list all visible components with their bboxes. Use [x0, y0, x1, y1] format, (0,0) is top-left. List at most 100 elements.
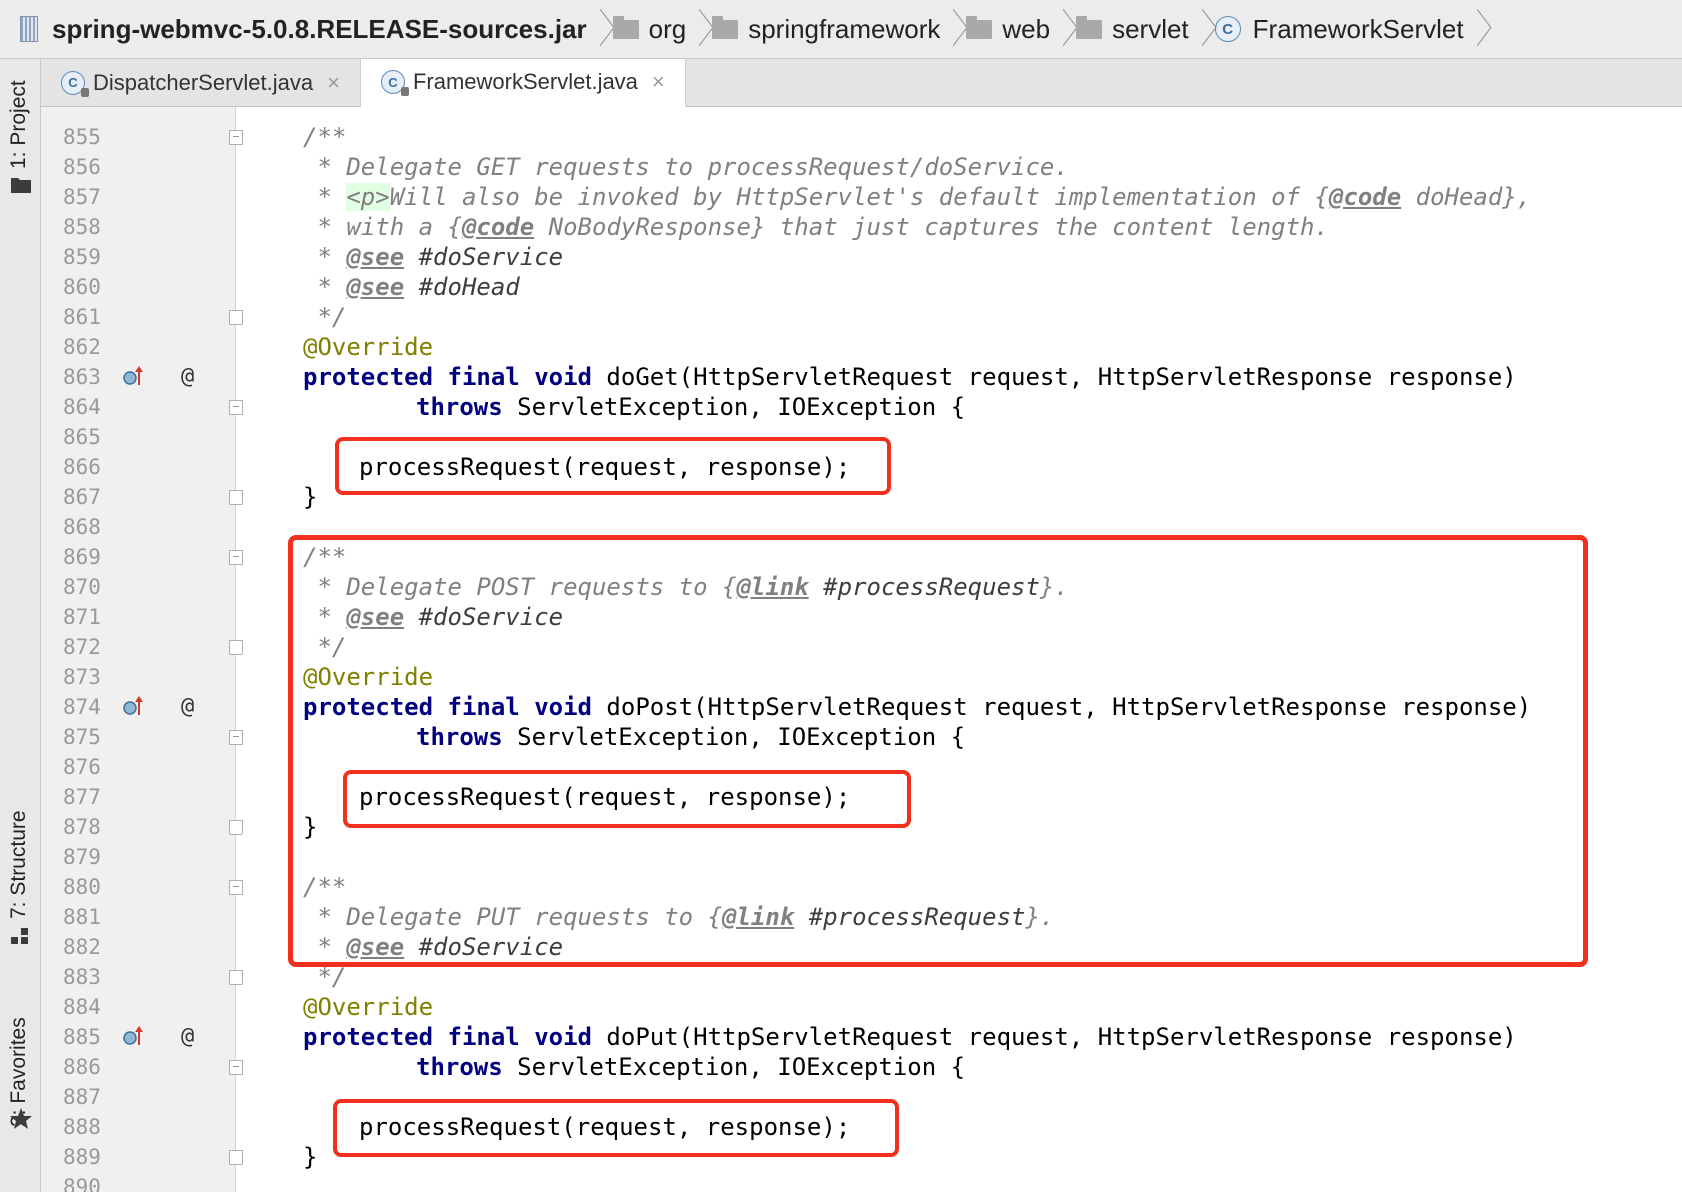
fold-icon[interactable] [229, 970, 243, 985]
fold-icon[interactable] [229, 1150, 243, 1165]
fold-icon[interactable] [229, 550, 243, 565]
line-number: 864 [63, 395, 101, 419]
fold-icon[interactable] [229, 490, 243, 505]
close-icon[interactable]: × [327, 70, 340, 96]
chevron-right-icon [1058, 9, 1068, 49]
code-line: 890 [41, 1172, 1682, 1192]
highlight-box-dopost-call [343, 770, 911, 828]
line-number: 887 [63, 1085, 101, 1109]
line-number: 870 [63, 575, 101, 599]
line-number: 885 [63, 1025, 101, 1049]
code-line: 857 * <p>Will also be invoked by HttpSer… [63, 183, 1532, 211]
line-number: 861 [63, 305, 101, 329]
highlight-box-doput-call [333, 1099, 899, 1157]
fold-icon[interactable] [229, 640, 243, 655]
line-number: 865 [63, 425, 101, 449]
line-number: 871 [63, 605, 101, 629]
breadcrumb-item-jar[interactable]: spring-webmvc-5.0.8.RELEASE-sources.jar [20, 0, 587, 58]
line-number: 879 [63, 845, 101, 869]
fold-icon[interactable] [229, 400, 243, 415]
editor-tab-bar: C DispatcherServlet.java × C FrameworkSe… [41, 59, 1682, 108]
line-number: 863 [63, 365, 101, 389]
fold-icon[interactable] [229, 310, 243, 325]
line-number: 881 [63, 905, 101, 929]
class-icon: C [61, 70, 89, 97]
highlight-box-dopost-method [288, 535, 1588, 967]
line-number: 867 [63, 485, 101, 509]
override-method-icon[interactable] [123, 1025, 145, 1047]
breadcrumb-item-servlet[interactable]: servlet [1076, 0, 1189, 58]
breadcrumb-item-springframework[interactable]: springframework [712, 0, 940, 58]
line-number: 878 [63, 815, 101, 839]
class-icon: C [1214, 16, 1241, 42]
chevron-right-icon [948, 9, 958, 49]
line-number: 890 [63, 1175, 101, 1192]
fold-icon[interactable] [229, 130, 243, 145]
structure-tool-button[interactable]: 7: Structure [7, 810, 31, 919]
breadcrumb: spring-webmvc-5.0.8.RELEASE-sources.jar … [0, 0, 1682, 59]
fold-icon[interactable] [229, 880, 243, 895]
line-number: 862 [63, 335, 101, 359]
breadcrumb-item-org[interactable]: org [612, 0, 686, 58]
line-number: 857 [63, 185, 101, 209]
code-line: 885 @ protected final void doPut(HttpSer… [63, 1022, 1517, 1052]
line-number: 889 [63, 1145, 101, 1169]
breadcrumb-item-web[interactable]: web [966, 0, 1050, 58]
line-number: 884 [63, 995, 101, 1019]
code-line: 886 throws ServletException, IOException… [63, 1053, 966, 1081]
fold-icon[interactable] [229, 1060, 243, 1075]
folder-icon [11, 178, 31, 193]
line-number: 869 [63, 545, 101, 569]
breadcrumb-item-frameworkservlet[interactable]: C FrameworkServlet [1214, 0, 1464, 58]
fold-icon[interactable] [229, 820, 243, 835]
jar-icon [20, 16, 38, 42]
code-line: 860 * @see #doHead [63, 273, 520, 301]
line-number: 872 [63, 635, 101, 659]
structure-icon [11, 928, 28, 944]
line-number: 880 [63, 875, 101, 899]
folder-icon [612, 15, 639, 39]
fold-icon[interactable] [229, 730, 243, 745]
chevron-right-icon [1472, 9, 1482, 49]
line-number: 866 [63, 455, 101, 479]
highlight-box-doget-call [335, 437, 891, 495]
line-number: 877 [63, 785, 101, 809]
close-icon[interactable]: × [652, 69, 665, 95]
chevron-right-icon [694, 9, 704, 49]
line-number: 882 [63, 935, 101, 959]
code-line: 862 @Override [63, 333, 434, 361]
line-number: 860 [63, 275, 101, 299]
line-number: 875 [63, 725, 101, 749]
line-number: 886 [63, 1055, 101, 1079]
override-method-icon[interactable] [123, 365, 145, 387]
line-number: 876 [63, 755, 101, 779]
project-tool-button[interactable]: 1: Project [7, 80, 31, 169]
code-line: 859 * @see #doService [63, 243, 564, 271]
code-line: 855 /** [63, 123, 347, 151]
code-line: 863 @ protected final void doGet(HttpSer… [63, 362, 1517, 392]
code-line: 856 * Delegate GET requests to processRe… [63, 153, 1069, 181]
tab-frameworkservlet[interactable]: C FrameworkServlet.java × [360, 59, 686, 108]
tool-window-strip: 1: Project 7: Structure 2: Favorites [0, 59, 41, 1192]
tab-dispatcherservlet[interactable]: C DispatcherServlet.java × [41, 59, 361, 106]
annotation-icon[interactable]: @ [181, 1022, 194, 1052]
code-line: 884 @Override [63, 993, 434, 1021]
folder-icon [966, 15, 993, 39]
line-number: 868 [63, 515, 101, 539]
line-number: 873 [63, 665, 101, 689]
chevron-right-icon [595, 9, 605, 49]
code-line: 861 */ [63, 303, 347, 331]
line-number: 859 [63, 245, 101, 269]
code-line: 864 throws ServletException, IOException… [63, 393, 966, 421]
annotation-icon[interactable]: @ [181, 362, 194, 392]
folder-icon [712, 15, 739, 39]
override-method-icon[interactable] [123, 695, 145, 717]
class-icon: C [380, 70, 409, 96]
code-editor[interactable]: 855 /** 856 * Delegate GET requests to p… [41, 107, 1682, 1192]
annotation-icon[interactable]: @ [181, 692, 194, 722]
folder-icon [1076, 15, 1103, 39]
line-number: 888 [63, 1115, 101, 1139]
line-number: 883 [63, 965, 101, 989]
line-number: 856 [63, 155, 101, 179]
line-number: 858 [63, 215, 101, 239]
